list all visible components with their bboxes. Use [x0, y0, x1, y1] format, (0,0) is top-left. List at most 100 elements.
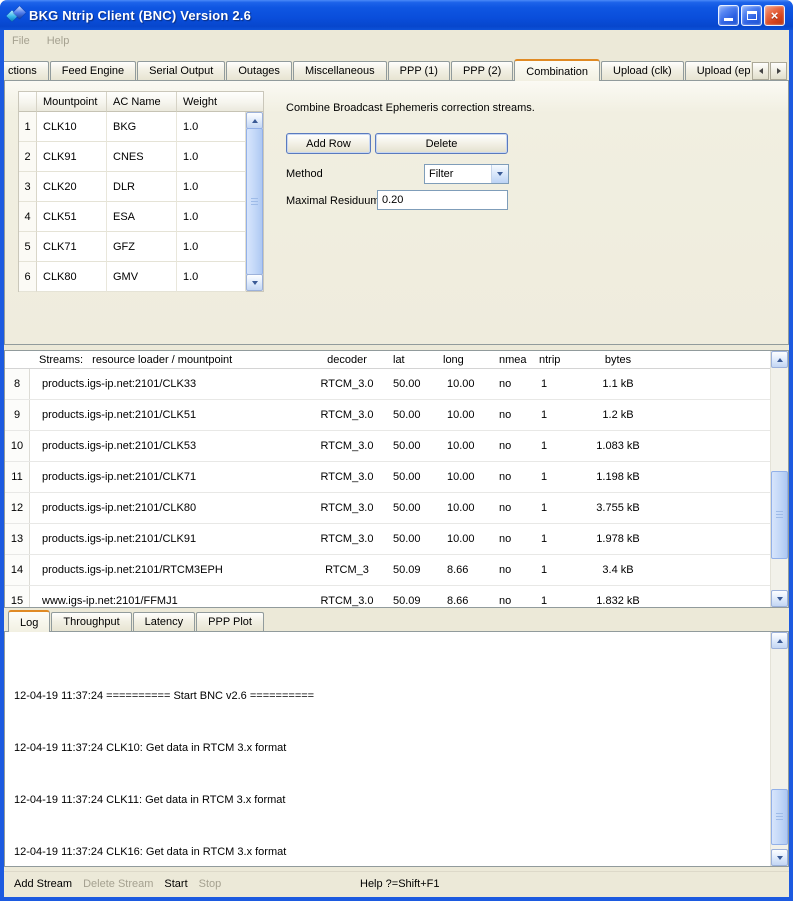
combination-row[interactable]: 4 CLK51 ESA 1.0 [19, 202, 263, 232]
tab[interactable]: Upload (clk) [601, 61, 684, 80]
stream-long[interactable]: 8.66 [435, 555, 487, 585]
stream-nmea[interactable]: no [487, 431, 533, 461]
combination-row[interactable]: 3 CLK20 DLR 1.0 [19, 172, 263, 202]
stream-decoder[interactable]: RTCM_3.0 [307, 431, 387, 461]
stream-lat[interactable]: 50.09 [387, 555, 435, 585]
stream-bytes[interactable]: 1.978 kB [575, 524, 661, 554]
tab[interactable]: Latency [133, 612, 196, 631]
stream-ntrip[interactable]: 1 [533, 369, 575, 399]
stream-long[interactable]: 10.00 [435, 524, 487, 554]
cell-mountpoint[interactable]: CLK10 [37, 112, 107, 142]
stream-nmea[interactable]: no [487, 493, 533, 523]
stream-mountpoint[interactable]: products.igs-ip.net:2101/CLK71 [30, 462, 307, 492]
cell-mountpoint[interactable]: CLK20 [37, 172, 107, 202]
stream-lat[interactable]: 50.00 [387, 493, 435, 523]
stream-decoder[interactable]: RTCM_3.0 [307, 462, 387, 492]
tab[interactable]: PPP Plot [196, 612, 264, 631]
titlebar[interactable]: BKG Ntrip Client (BNC) Version 2.6 × [0, 0, 793, 30]
cell-ac-name[interactable]: CNES [107, 142, 177, 172]
stream-decoder[interactable]: RTCM_3.0 [307, 586, 387, 608]
stream-nmea[interactable]: no [487, 555, 533, 585]
scrollbar-thumb[interactable] [771, 471, 788, 559]
stream-long[interactable]: 10.00 [435, 493, 487, 523]
stream-row[interactable]: 13 products.igs-ip.net:2101/CLK91 RTCM_3… [5, 524, 788, 555]
tab[interactable]: Throughput [51, 612, 131, 631]
cell-ac-name[interactable]: ESA [107, 202, 177, 232]
scroll-down-button[interactable] [771, 590, 788, 607]
maximize-button[interactable] [741, 5, 762, 26]
tab[interactable]: Outages [226, 61, 292, 80]
cell-weight[interactable]: 1.0 [177, 142, 246, 172]
stream-mountpoint[interactable]: www.igs-ip.net:2101/FFMJ1 [30, 586, 307, 608]
tab[interactable]: Miscellaneous [293, 61, 387, 80]
stream-bytes[interactable]: 1.1 kB [575, 369, 661, 399]
cell-ac-name[interactable]: BKG [107, 112, 177, 142]
scroll-down-button[interactable] [771, 849, 788, 866]
add-row-button[interactable]: Add Row [286, 133, 371, 154]
stream-long[interactable]: 10.00 [435, 369, 487, 399]
stream-nmea[interactable]: no [487, 586, 533, 608]
stream-mountpoint[interactable]: products.igs-ip.net:2101/CLK53 [30, 431, 307, 461]
minimize-button[interactable] [718, 5, 739, 26]
tab[interactable]: ctions [4, 61, 49, 80]
stream-bytes[interactable]: 3.4 kB [575, 555, 661, 585]
stream-ntrip[interactable]: 1 [533, 524, 575, 554]
stream-long[interactable]: 10.00 [435, 400, 487, 430]
stream-nmea[interactable]: no [487, 462, 533, 492]
scroll-up-button[interactable] [771, 632, 788, 649]
cell-weight[interactable]: 1.0 [177, 172, 246, 202]
stream-nmea[interactable]: no [487, 369, 533, 399]
stream-lat[interactable]: 50.00 [387, 524, 435, 554]
stream-lat[interactable]: 50.09 [387, 586, 435, 608]
menu-help[interactable]: Help [47, 35, 70, 47]
cell-weight[interactable]: 1.0 [177, 112, 246, 142]
stream-bytes[interactable]: 1.2 kB [575, 400, 661, 430]
stream-mountpoint[interactable]: products.igs-ip.net:2101/RTCM3EPH [30, 555, 307, 585]
cell-mountpoint[interactable]: CLK80 [37, 262, 107, 292]
tab[interactable]: Combination [514, 59, 600, 81]
stream-mountpoint[interactable]: products.igs-ip.net:2101/CLK91 [30, 524, 307, 554]
combination-row[interactable]: 1 CLK10 BKG 1.0 [19, 112, 263, 142]
stream-ntrip[interactable]: 1 [533, 431, 575, 461]
stream-long[interactable]: 10.00 [435, 431, 487, 461]
statusbar-action[interactable]: Delete Stream [83, 878, 153, 890]
stream-mountpoint[interactable]: products.igs-ip.net:2101/CLK80 [30, 493, 307, 523]
stream-decoder[interactable]: RTCM_3.0 [307, 400, 387, 430]
stream-lat[interactable]: 50.00 [387, 369, 435, 399]
combination-row[interactable]: 2 CLK91 CNES 1.0 [19, 142, 263, 172]
stream-bytes[interactable]: 1.832 kB [575, 586, 661, 608]
scrollbar-thumb[interactable] [246, 128, 263, 275]
scroll-down-button[interactable] [246, 274, 263, 291]
tab[interactable]: Upload (eph) [685, 61, 751, 80]
tab-scroll-left-button[interactable] [752, 62, 769, 80]
log-scrollbar[interactable] [770, 632, 788, 866]
combination-row[interactable]: 5 CLK71 GFZ 1.0 [19, 232, 263, 262]
stream-row[interactable]: 8 products.igs-ip.net:2101/CLK33 RTCM_3.… [5, 369, 788, 400]
tab[interactable]: Log [8, 610, 50, 632]
stream-decoder[interactable]: RTCM_3.0 [307, 524, 387, 554]
scrollbar-thumb[interactable] [771, 789, 788, 845]
stream-decoder[interactable]: RTCM_3 [307, 555, 387, 585]
stream-lat[interactable]: 50.00 [387, 400, 435, 430]
cell-weight[interactable]: 1.0 [177, 262, 246, 292]
combination-row[interactable]: 6 CLK80 GMV 1.0 [19, 262, 263, 292]
cell-ac-name[interactable]: GMV [107, 262, 177, 292]
statusbar-action[interactable]: Start [164, 878, 187, 890]
menu-file[interactable]: File [12, 35, 30, 47]
tab[interactable]: Serial Output [137, 61, 225, 80]
dropdown-button[interactable] [491, 165, 508, 183]
stream-lat[interactable]: 50.00 [387, 462, 435, 492]
combination-table-scrollbar[interactable] [245, 112, 263, 291]
cell-mountpoint[interactable]: CLK91 [37, 142, 107, 172]
stream-row[interactable]: 10 products.igs-ip.net:2101/CLK53 RTCM_3… [5, 431, 788, 462]
stream-bytes[interactable]: 1.198 kB [575, 462, 661, 492]
stream-mountpoint[interactable]: products.igs-ip.net:2101/CLK33 [30, 369, 307, 399]
tab[interactable]: PPP (1) [388, 61, 450, 80]
stream-nmea[interactable]: no [487, 524, 533, 554]
close-button[interactable]: × [764, 5, 785, 26]
stream-ntrip[interactable]: 1 [533, 462, 575, 492]
cell-ac-name[interactable]: GFZ [107, 232, 177, 262]
tab[interactable]: PPP (2) [451, 61, 513, 80]
cell-mountpoint[interactable]: CLK71 [37, 232, 107, 262]
cell-mountpoint[interactable]: CLK51 [37, 202, 107, 232]
